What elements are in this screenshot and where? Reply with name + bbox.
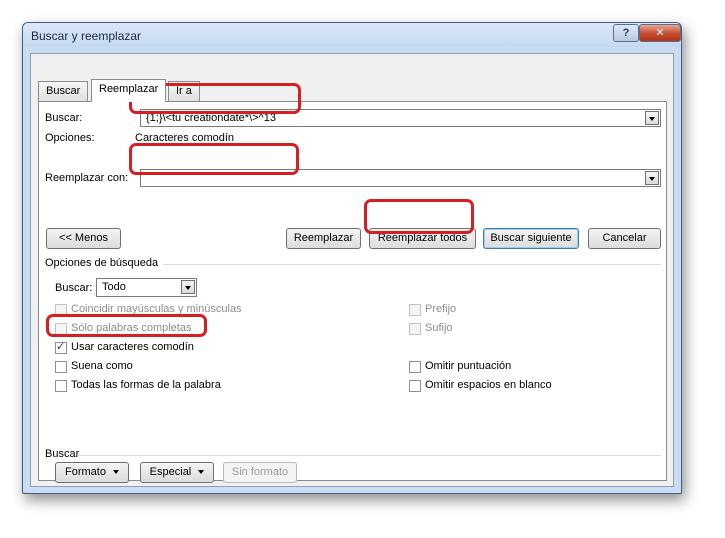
less-button[interactable]: << Menos xyxy=(46,228,121,249)
replace-all-highlight xyxy=(364,199,474,234)
no-format-button[interactable]: Sin formato xyxy=(223,462,297,483)
question-icon: ? xyxy=(622,27,630,39)
tab-buscar[interactable]: Buscar xyxy=(38,81,89,101)
replace-input-highlight xyxy=(129,143,299,175)
tab-reemplazar[interactable]: Reemplazar xyxy=(91,79,167,102)
ignore-whitespace-checkbox[interactable] xyxy=(409,380,421,392)
find-section-header: Buscar xyxy=(45,448,80,460)
divider xyxy=(79,455,661,456)
replace-dropdown-arrow-icon[interactable] xyxy=(645,171,659,185)
chevron-down-icon xyxy=(198,470,205,474)
search-direction-value: Todo xyxy=(102,281,126,293)
sounds-like-label: Suena como xyxy=(71,360,133,372)
find-replace-dialog: Buscar y reemplazar ? ✕ Buscar Reemplaza… xyxy=(22,22,682,494)
search-direction-select[interactable]: Todo xyxy=(96,278,197,297)
search-direction-label: Buscar: xyxy=(55,282,93,294)
wildcards-highlight xyxy=(46,314,207,337)
suffix-checkbox[interactable] xyxy=(409,323,421,335)
all-word-forms-label: Todas las formas de la palabra xyxy=(71,379,221,391)
tab-label: Buscar xyxy=(46,85,81,97)
special-button[interactable]: Especial xyxy=(140,462,214,483)
dialog-title: Buscar y reemplazar xyxy=(31,29,142,43)
find-dropdown-arrow-icon[interactable] xyxy=(645,111,659,125)
close-icon: ✕ xyxy=(655,27,665,39)
divider xyxy=(163,264,661,265)
close-button[interactable]: ✕ xyxy=(639,24,681,42)
prefix-label: Prefijo xyxy=(425,303,457,315)
sounds-like-checkbox[interactable] xyxy=(55,361,67,373)
special-label: Especial xyxy=(149,466,192,478)
options-label: Opciones: xyxy=(45,132,95,144)
checkmark-icon: ✓ xyxy=(56,341,66,353)
chevron-down-icon xyxy=(113,470,120,474)
all-word-forms-checkbox[interactable] xyxy=(55,380,67,392)
format-label: Formato xyxy=(64,466,106,478)
find-label: Buscar: xyxy=(45,112,83,124)
ignore-punctuation-checkbox[interactable] xyxy=(409,361,421,373)
find-next-button[interactable]: Buscar siguiente xyxy=(483,228,579,249)
wildcards-label: Usar caracteres comodín xyxy=(71,341,194,353)
format-button[interactable]: Formato xyxy=(55,462,129,483)
ignore-whitespace-label: Omitir espacios en blanco xyxy=(425,379,552,391)
help-button[interactable]: ? xyxy=(613,24,639,42)
replace-label: Reemplazar con: xyxy=(45,172,129,184)
wildcards-checkbox[interactable]: ✓ xyxy=(55,341,67,354)
title-bar[interactable]: Buscar y reemplazar ? ✕ xyxy=(23,23,681,47)
suffix-label: Sufijo xyxy=(425,322,453,334)
tab-label: Reemplazar xyxy=(99,83,159,95)
replace-button[interactable]: Reemplazar xyxy=(286,228,361,249)
prefix-checkbox[interactable] xyxy=(409,304,421,316)
ignore-punctuation-label: Omitir puntuación xyxy=(425,360,512,372)
search-direction-arrow-icon[interactable] xyxy=(181,280,195,294)
search-options-header: Opciones de búsqueda xyxy=(45,257,159,269)
cancel-button[interactable]: Cancelar xyxy=(588,228,661,249)
dialog-body: Buscar Reemplazar Ir a Buscar: {1;}\<tu … xyxy=(30,53,674,487)
